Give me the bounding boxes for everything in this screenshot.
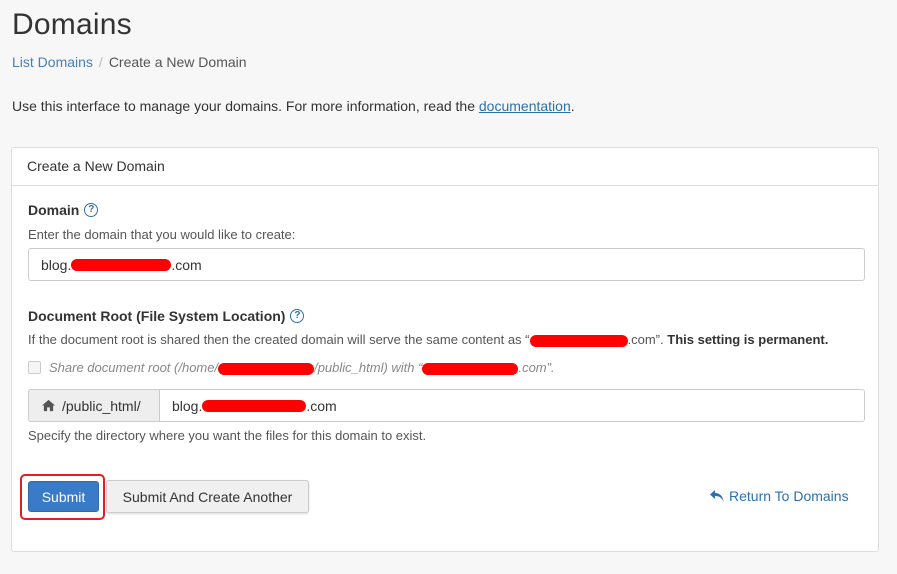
create-domain-panel: Create a New Domain Domain ? Enter the d… [11, 147, 879, 552]
docroot-input-prefix: blog. [172, 397, 203, 414]
breadcrumb: List Domains / Create a New Domain [12, 54, 247, 70]
docroot-hint-prefix: If the document root is shared then the … [28, 332, 530, 347]
docroot-addon-text: /public_html/ [62, 397, 141, 414]
docroot-hint-mid: .com”. [627, 332, 664, 347]
docroot-addon: /public_html/ [28, 389, 160, 422]
docroot-hint: If the document root is shared then the … [28, 332, 828, 347]
docroot-label: Document Root (File System Location) [28, 308, 286, 324]
docroot-input-suffix: .com [306, 397, 337, 414]
docroot-label-row: Document Root (File System Location) ? [28, 308, 305, 324]
docroot-permanent-note: This setting is permanent. [667, 332, 829, 347]
intro-prefix: Use this interface to manage your domain… [12, 98, 479, 114]
redaction-mark [218, 362, 315, 375]
breadcrumb-separator: / [98, 54, 103, 70]
domain-input-prefix: blog. [41, 256, 72, 273]
share-docroot-label: Share document root (/home/ /public_html)… [49, 360, 555, 375]
docroot-footer-hint: Specify the directory where you want the… [28, 428, 427, 443]
panel-heading: Create a New Domain [12, 148, 878, 186]
redaction-mark [71, 258, 172, 271]
home-icon [42, 399, 55, 412]
domain-hint: Enter the domain that you would like to … [28, 227, 296, 242]
redaction-mark [422, 362, 519, 375]
help-icon[interactable]: ? [84, 203, 99, 217]
submit-button[interactable]: Submit [28, 481, 99, 512]
breadcrumb-current: Create a New Domain [108, 54, 247, 70]
domain-label: Domain [28, 202, 80, 218]
help-icon[interactable]: ? [290, 309, 305, 323]
domain-input-suffix: .com [171, 256, 202, 273]
docroot-input[interactable]: blog. .com [159, 389, 865, 422]
share-suffix: .com”. [518, 360, 555, 375]
redaction-mark [202, 399, 307, 412]
redaction-mark [529, 334, 628, 347]
domain-label-row: Domain ? [28, 202, 99, 218]
documentation-link[interactable]: documentation [479, 98, 571, 114]
share-prefix: Share document root (/home/ [49, 360, 219, 375]
reply-icon [710, 490, 724, 502]
return-to-domains-label: Return To Domains [729, 488, 849, 504]
submit-and-create-another-button[interactable]: Submit And Create Another [106, 480, 309, 513]
share-docroot-row: Share document root (/home/ /public_html)… [28, 360, 555, 375]
domain-input[interactable]: blog. .com [28, 248, 865, 281]
share-mid: /public_html) with “ [314, 360, 423, 375]
return-to-domains-link[interactable]: Return To Domains [710, 488, 849, 504]
intro-suffix: . [570, 98, 575, 114]
page-title: Domains [12, 8, 132, 41]
breadcrumb-list-domains-link[interactable]: List Domains [12, 54, 93, 70]
intro-text: Use this interface to manage your domain… [12, 98, 575, 114]
share-docroot-checkbox[interactable] [28, 361, 41, 374]
